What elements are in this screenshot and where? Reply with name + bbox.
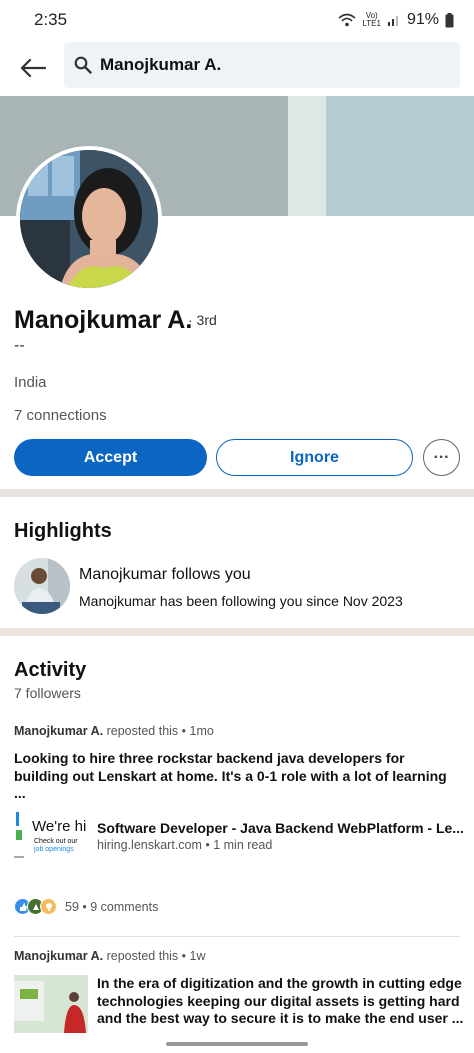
profile-location: India xyxy=(14,374,47,391)
connection-degree: · 3rd xyxy=(188,312,217,328)
status-bar: 2:35 Vo) LTE1 91% xyxy=(0,0,474,40)
post-author[interactable]: Manojkumar A. xyxy=(14,949,103,963)
attachment-title[interactable]: Software Developer - Java Backend WebPla… xyxy=(97,820,463,836)
status-icons: Vo) LTE1 91% xyxy=(338,11,454,29)
arrow-left-icon xyxy=(20,58,46,78)
comment-count: • 9 comments xyxy=(82,900,159,914)
search-query: Manojkumar A. xyxy=(100,55,222,74)
search-input[interactable]: Manojkumar A. xyxy=(64,42,460,88)
profile-name: Manojkumar A. xyxy=(14,306,193,334)
post-text[interactable]: Looking to hire three rockstar backend j… xyxy=(14,750,460,803)
connections-count[interactable]: 7 connections xyxy=(14,407,107,424)
post-thumbnail-image xyxy=(14,975,88,1033)
profile-headline: -- xyxy=(14,337,25,354)
highlight-avatar-image xyxy=(14,558,70,614)
ignore-button[interactable]: Ignore xyxy=(216,439,413,476)
attachment-thumbnail-art xyxy=(14,808,88,864)
post-time: reposted this • 1w xyxy=(103,949,206,963)
status-time: 2:35 xyxy=(34,10,68,29)
accept-button[interactable]: Accept xyxy=(14,439,207,476)
search-header: Manojkumar A. xyxy=(0,42,474,94)
attachment-thumbnail[interactable]: We're hi Check out our job openings xyxy=(14,808,88,864)
highlight-subtitle: Manojkumar has been following you since … xyxy=(79,593,403,609)
attachment-thumb-title: We're hi xyxy=(32,818,87,835)
post-meta: Manojkumar A. reposted this • 1mo xyxy=(14,724,214,738)
section-divider xyxy=(0,489,474,497)
reactions-icons[interactable] xyxy=(14,898,57,915)
followers-count: 7 followers xyxy=(14,685,81,701)
profile-photo[interactable] xyxy=(16,146,162,292)
network-label: Vo) LTE1 xyxy=(362,11,381,28)
post-thumbnail[interactable] xyxy=(14,975,88,1033)
ellipsis-icon: ··· xyxy=(433,448,450,466)
reaction-count: 59 xyxy=(65,900,79,914)
post-separator xyxy=(14,936,460,937)
activity-heading: Activity xyxy=(14,659,87,681)
post-text[interactable]: In the era of digitization and the growt… xyxy=(97,975,467,1028)
signal-icon xyxy=(387,16,398,26)
post-time: reposted this • 1mo xyxy=(103,724,214,738)
attachment-subtitle: hiring.lenskart.com • 1 min read xyxy=(97,838,273,852)
post-author[interactable]: Manojkumar A. xyxy=(14,724,103,738)
insightful-icon xyxy=(40,898,57,915)
attachment-thumb-sub: Check out our job openings xyxy=(34,838,78,853)
section-divider xyxy=(0,628,474,636)
home-indicator[interactable] xyxy=(166,1042,308,1046)
back-button[interactable] xyxy=(16,51,50,85)
battery-level: 91% xyxy=(406,11,439,28)
search-icon xyxy=(74,56,92,74)
more-options-button[interactable]: ··· xyxy=(423,439,460,476)
engagement-counts[interactable]: 59 • 9 comments xyxy=(65,900,158,914)
highlights-heading: Highlights xyxy=(14,520,112,542)
battery-icon xyxy=(445,12,454,27)
wifi-icon xyxy=(338,13,356,27)
highlight-title: Manojkumar follows you xyxy=(79,566,251,583)
highlight-avatar[interactable] xyxy=(14,558,70,614)
post-meta: Manojkumar A. reposted this • 1w xyxy=(14,949,205,963)
profile-photo-image xyxy=(20,150,158,288)
